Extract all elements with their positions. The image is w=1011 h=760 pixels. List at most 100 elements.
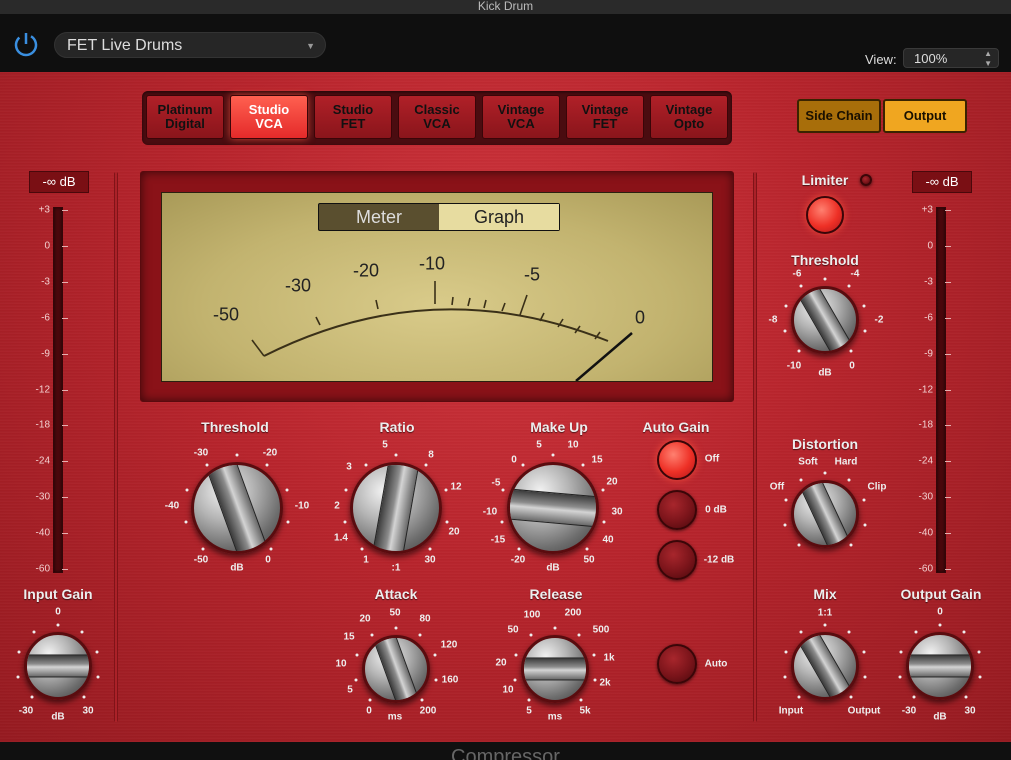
knob-scale-dot bbox=[593, 678, 597, 682]
knob-scale-dot bbox=[962, 630, 966, 634]
circuit-type-button[interactable]: Vintage VCA bbox=[482, 95, 560, 139]
knob-scale-dot bbox=[16, 675, 20, 679]
circuit-type-button[interactable]: Vintage FET bbox=[566, 95, 644, 139]
knob-pointer bbox=[797, 289, 853, 351]
ratio-knob[interactable] bbox=[350, 462, 442, 554]
preset-dropdown[interactable]: FET Live Drums ▼ bbox=[54, 32, 326, 58]
knob-scale-label: 10 bbox=[567, 439, 579, 451]
knob-scale-dot bbox=[185, 488, 189, 492]
distortion-knob[interactable] bbox=[791, 480, 859, 548]
level-scale-label: -30 bbox=[35, 491, 50, 503]
knob-scale-dot bbox=[235, 453, 239, 457]
limiter-threshold-knob[interactable] bbox=[791, 286, 859, 354]
auto-gain-off-button[interactable] bbox=[657, 440, 697, 480]
knob-scale-dot bbox=[529, 633, 533, 637]
input-gain-knob[interactable] bbox=[24, 632, 92, 700]
ratio-label: Ratio bbox=[379, 419, 415, 435]
knob-scale-dot bbox=[96, 675, 100, 679]
side-chain-button[interactable]: Side Chain bbox=[797, 99, 881, 133]
knob-scale-dot bbox=[862, 650, 866, 654]
knob-scale-label: 10 bbox=[335, 658, 347, 670]
knob-scale-label: 5 bbox=[382, 439, 388, 451]
knob-scale-label: -10 bbox=[482, 506, 498, 518]
limiter-label: Limiter bbox=[801, 172, 849, 188]
level-scale-label: -40 bbox=[35, 527, 50, 539]
auto-release-button[interactable] bbox=[657, 644, 697, 684]
knob-scale-dot bbox=[863, 675, 867, 679]
view-zoom-select[interactable]: 100% ▲ ▼ bbox=[903, 48, 999, 68]
knob-scale-label: -8 bbox=[768, 314, 778, 326]
knob-scale-label: dB bbox=[818, 367, 832, 379]
auto-gain-minus12db-button[interactable] bbox=[657, 540, 697, 580]
knob-scale-dot bbox=[799, 630, 803, 634]
knob-scale-label: 30 bbox=[964, 705, 976, 717]
attack-knob[interactable] bbox=[362, 635, 430, 703]
knob-scale-dot bbox=[823, 277, 827, 281]
release-knob[interactable] bbox=[521, 635, 589, 703]
knob-scale-dot bbox=[592, 653, 596, 657]
knob-scale-dot bbox=[265, 463, 269, 467]
circuit-type-button[interactable]: Platinum Digital bbox=[146, 95, 224, 139]
limiter-button[interactable] bbox=[806, 196, 844, 234]
output-button[interactable]: Output bbox=[883, 99, 967, 133]
knob-scale-label: 5 bbox=[536, 439, 542, 451]
circuit-type-button[interactable]: Studio VCA bbox=[230, 95, 308, 139]
level-scale-tick bbox=[945, 245, 951, 247]
knob-scale-dot bbox=[553, 626, 557, 630]
vu-scale bbox=[251, 281, 633, 381]
knob-scale-dot bbox=[964, 695, 968, 699]
knob-scale-dot bbox=[912, 695, 916, 699]
mix-knob[interactable] bbox=[791, 632, 859, 700]
vu-label: -50 bbox=[212, 304, 240, 325]
level-scale-label: -24 bbox=[918, 455, 933, 467]
knob-scale-dot bbox=[847, 478, 851, 482]
circuit-type-label: Platinum Digital bbox=[157, 102, 213, 131]
output-gain-label: Output Gain bbox=[900, 586, 982, 602]
circuit-type-button[interactable]: Studio FET bbox=[314, 95, 392, 139]
knob-scale-label: 200 bbox=[419, 705, 437, 717]
knob-scale-label: 2k bbox=[599, 677, 611, 689]
circuit-type-button[interactable]: Classic VCA bbox=[398, 95, 476, 139]
knob-scale-label: ms bbox=[387, 711, 403, 723]
knob-scale-dot bbox=[201, 547, 205, 551]
knob-scale-label: 1 bbox=[363, 554, 369, 566]
release-label: Release bbox=[529, 586, 583, 602]
circuit-type-button[interactable]: Vintage Opto bbox=[650, 95, 728, 139]
knob-scale-dot bbox=[849, 543, 853, 547]
left-divider bbox=[114, 172, 118, 722]
knob-scale-label: 5k bbox=[579, 705, 591, 717]
knob-scale-dot bbox=[898, 675, 902, 679]
knob-scale-dot bbox=[355, 653, 359, 657]
makeup-knob[interactable] bbox=[507, 462, 599, 554]
level-scale-label: -18 bbox=[35, 419, 50, 431]
knob-scale-dot bbox=[56, 623, 60, 627]
knob-scale-label: 20 bbox=[448, 526, 460, 538]
knob-scale-dot bbox=[797, 349, 801, 353]
knob-scale-label: -5 bbox=[491, 477, 501, 489]
knob-scale-label: -10 bbox=[786, 360, 802, 372]
view-label: View: bbox=[865, 52, 897, 67]
threshold-knob[interactable] bbox=[191, 462, 283, 554]
output-gain-knob[interactable] bbox=[906, 632, 974, 700]
knob-scale-dot bbox=[797, 695, 801, 699]
level-scale-tick bbox=[62, 461, 68, 463]
level-scale-label: +3 bbox=[921, 204, 933, 216]
knob-scale-dot bbox=[579, 698, 583, 702]
knob-scale-dot bbox=[799, 284, 803, 288]
meter-display: Meter Graph -50 -30 -20 -10 -5 0 bbox=[140, 171, 734, 402]
knob-scale-dot bbox=[30, 695, 34, 699]
knob-scale-dot bbox=[521, 463, 525, 467]
knob-scale-dot bbox=[863, 523, 867, 527]
knob-scale-label: 5 bbox=[526, 705, 532, 717]
knob-scale-dot bbox=[501, 488, 505, 492]
power-icon[interactable] bbox=[12, 30, 40, 58]
input-gain-label: Input Gain bbox=[23, 586, 93, 602]
level-scale-label: -3 bbox=[924, 276, 933, 288]
level-scale-label: -18 bbox=[918, 419, 933, 431]
knob-scale-dot bbox=[32, 630, 36, 634]
knob-scale-dot bbox=[849, 349, 853, 353]
knob-scale-dot bbox=[444, 488, 448, 492]
knob-scale-label: 0 bbox=[937, 606, 943, 618]
auto-gain-0db-button[interactable] bbox=[657, 490, 697, 530]
knob-scale-dot bbox=[823, 623, 827, 627]
